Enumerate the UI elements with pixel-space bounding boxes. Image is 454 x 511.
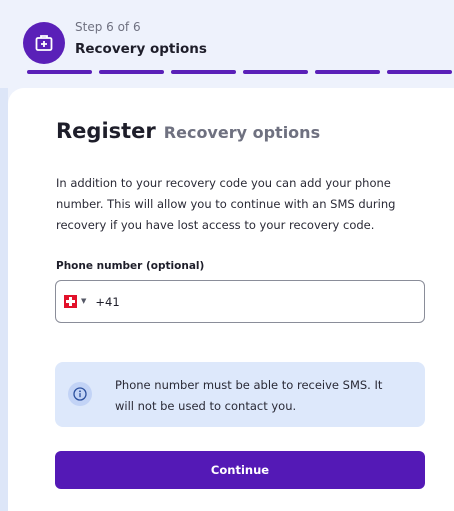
progress-segment-4 xyxy=(243,70,308,74)
progress-segment-6 xyxy=(387,70,452,74)
progress-segment-1 xyxy=(27,70,92,74)
page-title: Register Recovery options xyxy=(56,119,320,143)
recovery-description: In addition to your recovery code you ca… xyxy=(56,176,396,232)
country-code-select[interactable]: ▼ xyxy=(64,295,86,308)
continue-button[interactable]: Continue xyxy=(55,451,425,489)
info-icon xyxy=(68,382,92,406)
progress-segment-5 xyxy=(315,70,380,74)
step-progress-bar xyxy=(27,70,454,74)
phone-number-input[interactable] xyxy=(95,294,396,309)
page-left-edge xyxy=(0,88,8,511)
sms-info-notice: Phone number must be able to receive SMS… xyxy=(55,362,425,427)
chevron-down-icon: ▼ xyxy=(81,297,87,305)
progress-segment-3 xyxy=(171,70,236,74)
step-counter: Step 6 of 6 xyxy=(75,20,141,34)
progress-segment-2 xyxy=(99,70,164,74)
registration-page: Step 6 of 6 Recovery options Register Re… xyxy=(0,0,454,511)
sms-info-text: Phone number must be able to receive SMS… xyxy=(115,378,383,413)
phone-number-label: Phone number (optional) xyxy=(56,260,205,272)
step-title: Recovery options xyxy=(75,41,207,57)
medical-kit-icon xyxy=(23,22,65,64)
switzerland-flag-icon xyxy=(64,295,77,308)
phone-number-field[interactable]: ▼ xyxy=(55,280,425,323)
page-title-sub: Recovery options xyxy=(163,123,321,142)
page-title-main: Register xyxy=(56,119,156,143)
